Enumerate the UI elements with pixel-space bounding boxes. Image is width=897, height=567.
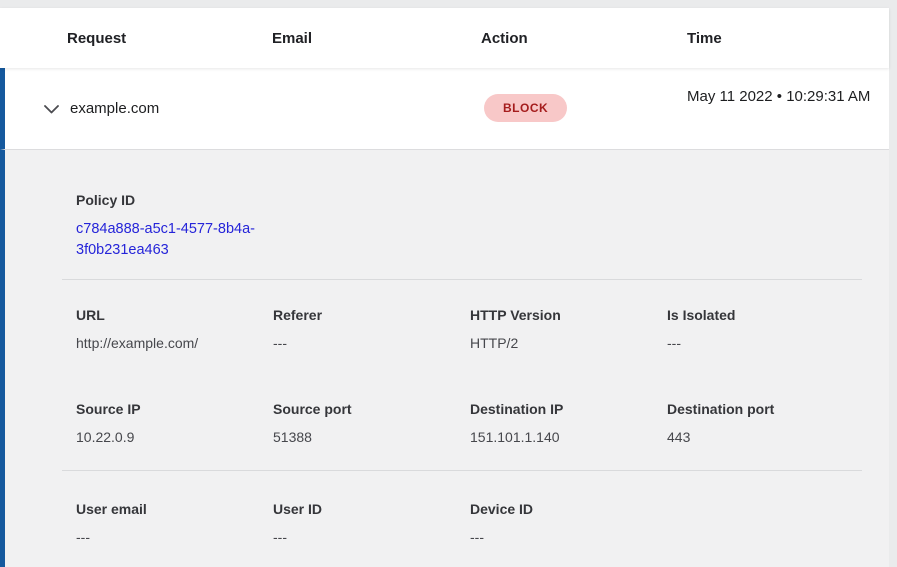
field-empty [667,501,869,545]
http-fields-row: URL http://example.com/ Referer --- HTTP… [76,307,869,351]
network-section: URL http://example.com/ Referer --- HTTP… [5,280,889,445]
field-url: URL http://example.com/ [76,307,273,351]
action-badge: BLOCK [484,94,567,122]
field-value: --- [470,529,657,545]
field-value: HTTP/2 [470,335,657,351]
request-domain: example.com [70,100,159,117]
field-value: --- [273,335,460,351]
column-header-action[interactable]: Action [481,30,687,47]
user-fields-row: User email --- User ID --- Device ID --- [76,501,869,545]
log-detail-panel: Policy ID c784a888-a5c1-4577-8b4a-3f0b23… [0,150,889,567]
ip-fields-row: Source IP 10.22.0.9 Source port 51388 De… [76,401,869,445]
field-label: URL [76,307,263,323]
user-section: User email --- User ID --- Device ID --- [5,471,889,545]
field-value: --- [273,529,460,545]
field-user-id: User ID --- [273,501,470,545]
policy-id-link[interactable]: c784a888-a5c1-4577-8b4a-3f0b231ea463 [76,219,282,261]
field-label: HTTP Version [470,307,657,323]
field-label: Source IP [76,401,263,417]
field-value: 443 [667,429,859,445]
field-device-id: Device ID --- [470,501,667,545]
field-user-email: User email --- [76,501,273,545]
field-value: 51388 [273,429,460,445]
log-row-expanded[interactable]: example.com BLOCK May 11 2022 • 10:29:31… [0,68,889,150]
field-is-isolated: Is Isolated --- [667,307,869,351]
field-destination-ip: Destination IP 151.101.1.140 [470,401,667,445]
field-source-ip: Source IP 10.22.0.9 [76,401,273,445]
field-value: 151.101.1.140 [470,429,657,445]
field-value: 10.22.0.9 [76,429,263,445]
column-header-email[interactable]: Email [272,30,481,47]
field-label: User email [76,501,263,517]
field-http-version: HTTP Version HTTP/2 [470,307,667,351]
field-label: User ID [273,501,460,517]
field-value: --- [667,335,859,351]
policy-section: Policy ID c784a888-a5c1-4577-8b4a-3f0b23… [5,150,889,261]
field-destination-port: Destination port 443 [667,401,869,445]
field-label: Referer [273,307,460,323]
time-value: May 11 2022 • 10:29:31 AM [687,85,879,109]
field-value: http://example.com/ [76,335,263,351]
field-label: Is Isolated [667,307,859,323]
field-label: Source port [273,401,460,417]
chevron-down-icon[interactable] [41,99,61,119]
field-referer: Referer --- [273,307,470,351]
column-header-request[interactable]: Request [67,30,272,47]
policy-id-label: Policy ID [76,192,869,208]
field-label: Destination IP [470,401,657,417]
field-source-port: Source port 51388 [273,401,470,445]
table-header-row: Request Email Action Time [0,8,889,68]
column-header-time[interactable]: Time [687,30,889,47]
field-label: Destination port [667,401,859,417]
logs-table: Request Email Action Time example.com BL… [0,8,889,567]
field-value: --- [76,529,263,545]
field-label: Device ID [470,501,657,517]
